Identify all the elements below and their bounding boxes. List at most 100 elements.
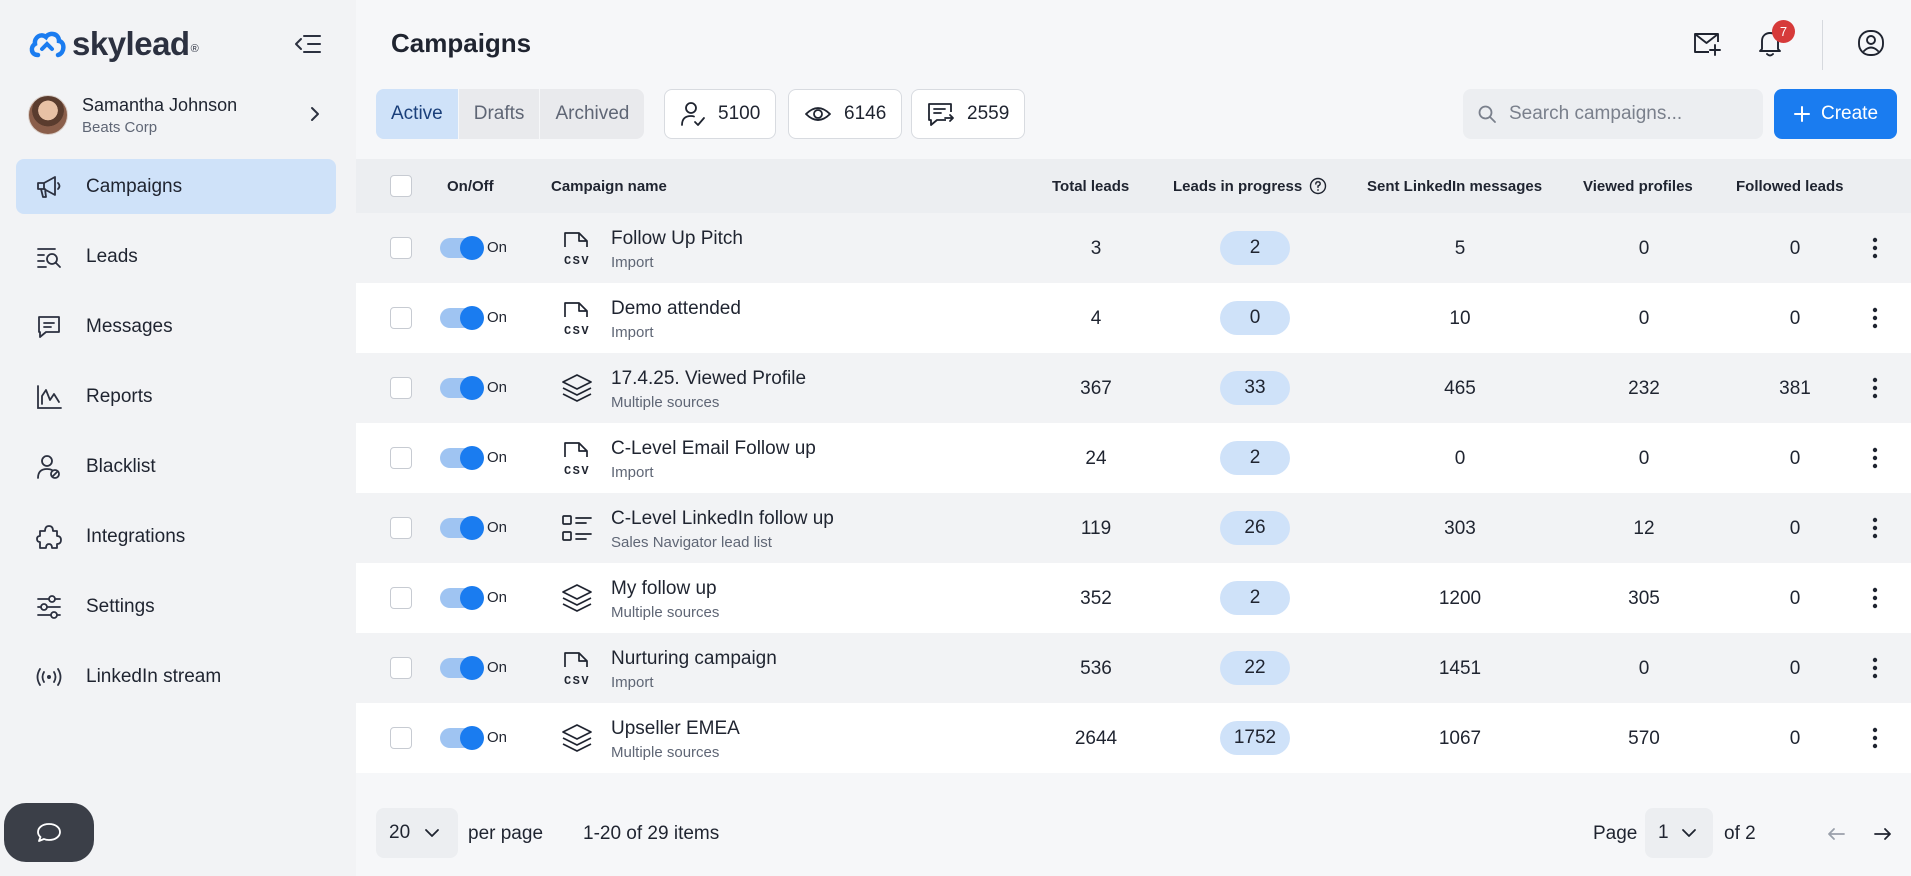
total-leads-value: 367 <box>1080 378 1112 399</box>
sidebar-item-reports[interactable]: Reports <box>16 369 336 424</box>
sidebar-item-integrations[interactable]: Integrations <box>16 509 336 564</box>
campaign-source: Import <box>611 674 654 691</box>
campaign-toggle[interactable] <box>440 236 484 260</box>
table-row[interactable]: On CSV Follow Up Pitch Import 3 2 5 0 0 <box>356 213 1911 283</box>
page-select[interactable]: 1 <box>1645 808 1713 858</box>
user-account-icon <box>1858 30 1884 56</box>
header-leads-in-progress[interactable]: Leads in progress <box>1173 178 1302 195</box>
sidebar-item-leads[interactable]: Leads <box>16 229 336 284</box>
campaign-name[interactable]: Demo attended <box>611 298 741 320</box>
table-row[interactable]: On My follow up Multiple sources 352 2 1200 30… <box>356 563 1911 633</box>
campaign-toggle[interactable] <box>440 586 484 610</box>
row-more-button[interactable] <box>1864 515 1886 541</box>
prev-page-button[interactable] <box>1822 820 1850 848</box>
chevron-right-icon <box>311 107 319 121</box>
viewed-profiles-value: 232 <box>1628 378 1660 399</box>
campaign-name[interactable]: My follow up <box>611 578 717 600</box>
toggle-knob <box>460 376 484 400</box>
collapse-sidebar-button[interactable] <box>292 30 324 58</box>
campaign-source: Import <box>611 464 654 481</box>
header-followed-leads[interactable]: Followed leads <box>1736 178 1844 195</box>
row-more-button[interactable] <box>1864 445 1886 471</box>
row-more-button[interactable] <box>1864 235 1886 261</box>
campaign-name[interactable]: Follow Up Pitch <box>611 228 743 250</box>
tab-drafts[interactable]: Drafts <box>459 89 541 139</box>
tab-active[interactable]: Active <box>376 89 459 139</box>
sidebar-item-messages[interactable]: Messages <box>16 299 336 354</box>
tab-archived[interactable]: Archived <box>540 89 644 139</box>
row-more-button[interactable] <box>1864 655 1886 681</box>
sidebar-item-label: Leads <box>86 245 138 267</box>
stat-views[interactable]: 6146 <box>788 89 903 139</box>
next-page-button[interactable] <box>1869 820 1897 848</box>
campaign-toggle[interactable] <box>440 516 484 540</box>
notifications-button[interactable]: 7 <box>1750 20 1795 66</box>
campaign-name[interactable]: Nurturing campaign <box>611 648 777 670</box>
logo[interactable]: skylead ® <box>28 25 199 62</box>
table-row[interactable]: On CSV Demo attended Import 4 0 10 0 0 <box>356 283 1911 353</box>
table-row[interactable]: On C-Level LinkedIn follow up Sales Naviga… <box>356 493 1911 563</box>
header-viewed-profiles[interactable]: Viewed profiles <box>1583 178 1693 195</box>
campaign-toggle[interactable] <box>440 446 484 470</box>
sidebar-item-linkedin-stream[interactable]: LinkedIn stream <box>16 649 336 704</box>
sidebar-item-settings[interactable]: Settings <box>16 579 336 634</box>
table-row[interactable]: On CSV Nurturing campaign Import 536 22 1451 0 0 <box>356 633 1911 703</box>
header-sent-messages[interactable]: Sent LinkedIn messages <box>1367 178 1542 195</box>
row-more-button[interactable] <box>1864 375 1886 401</box>
more-vertical-icon <box>1872 657 1878 679</box>
create-campaign-button[interactable]: Create <box>1774 89 1897 139</box>
sent-messages-value: 10 <box>1449 308 1471 329</box>
row-more-button[interactable] <box>1864 305 1886 331</box>
header-campaign-name[interactable]: Campaign name <box>551 178 667 195</box>
row-checkbox[interactable] <box>390 447 412 469</box>
row-checkbox[interactable] <box>390 237 412 259</box>
campaign-name[interactable]: C-Level LinkedIn follow up <box>611 508 834 530</box>
row-checkbox[interactable] <box>390 377 412 399</box>
campaign-toggle[interactable] <box>440 306 484 330</box>
table-row[interactable]: On Upseller EMEA Multiple sources 2644 1752 1… <box>356 703 1911 773</box>
followed-leads-value: 0 <box>1789 728 1801 749</box>
total-leads-value: 24 <box>1085 448 1107 469</box>
row-checkbox[interactable] <box>390 517 412 539</box>
per-page-select[interactable]: 20 <box>376 808 458 858</box>
campaign-toggle[interactable] <box>440 376 484 400</box>
help-circle-icon[interactable] <box>1309 177 1327 195</box>
user-profile[interactable]: Samantha Johnson Beats Corp <box>28 94 328 136</box>
row-more-button[interactable] <box>1864 725 1886 751</box>
search-icon <box>1478 105 1496 123</box>
search-input[interactable] <box>1509 103 1749 125</box>
account-button[interactable] <box>1851 20 1891 66</box>
row-checkbox[interactable] <box>390 727 412 749</box>
stat-leads-value: 5100 <box>718 103 761 124</box>
row-checkbox[interactable] <box>390 657 412 679</box>
table-row[interactable]: On CSV C-Level Email Follow up Import 24 2 0 0 0 <box>356 423 1911 493</box>
new-message-button[interactable] <box>1687 20 1727 66</box>
stat-messages[interactable]: 2559 <box>911 89 1026 139</box>
campaign-toggle[interactable] <box>440 656 484 680</box>
leads-search-icon <box>34 242 64 272</box>
layers-icon <box>560 371 594 407</box>
campaign-name[interactable]: 17.4.25. Viewed Profile <box>611 368 806 390</box>
chevron-down-icon <box>1681 829 1696 837</box>
user-company: Beats Corp <box>82 118 158 136</box>
sidebar-item-blacklist[interactable]: Blacklist <box>16 439 336 494</box>
chat-support-button[interactable] <box>4 803 94 862</box>
svg-text:CSV: CSV <box>564 464 590 477</box>
stat-leads[interactable]: 5100 <box>664 89 777 139</box>
more-vertical-icon <box>1872 447 1878 469</box>
select-all-checkbox[interactable] <box>390 175 412 197</box>
row-checkbox[interactable] <box>390 587 412 609</box>
row-more-button[interactable] <box>1864 585 1886 611</box>
svg-text:CSV: CSV <box>564 674 590 687</box>
more-vertical-icon <box>1872 237 1878 259</box>
campaign-name[interactable]: Upseller EMEA <box>611 718 740 740</box>
row-checkbox[interactable] <box>390 307 412 329</box>
sidebar-item-campaigns[interactable]: Campaigns <box>16 159 336 214</box>
sidebar-item-label: Blacklist <box>86 455 156 477</box>
header-total-leads[interactable]: Total leads <box>1052 178 1129 195</box>
total-leads-value: 2644 <box>1074 728 1118 749</box>
table-row[interactable]: On 17.4.25. Viewed Profile Multiple source… <box>356 353 1911 423</box>
toggle-label: On <box>487 309 508 326</box>
campaign-toggle[interactable] <box>440 726 484 750</box>
campaign-name[interactable]: C-Level Email Follow up <box>611 438 816 460</box>
